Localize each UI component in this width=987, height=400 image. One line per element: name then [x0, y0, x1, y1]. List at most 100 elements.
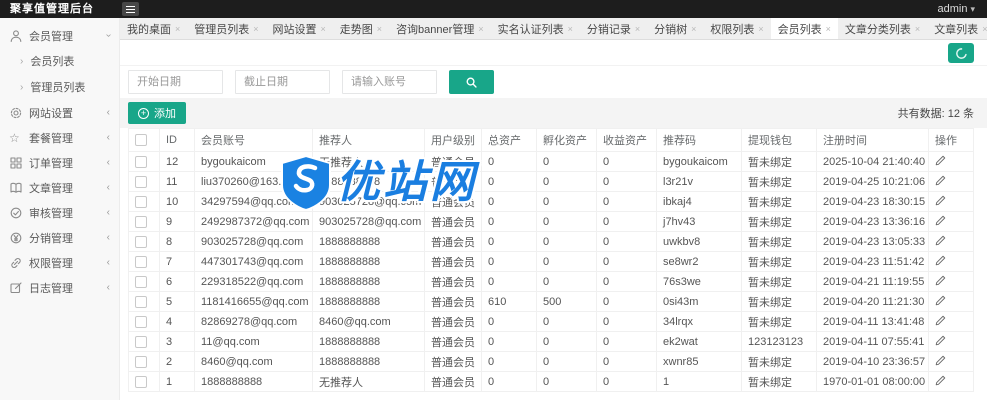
- table-row: 12 bygoukaicom 无推荐人 普通会员 0 0 0 bygoukaic…: [129, 152, 974, 172]
- edit-row-button[interactable]: [935, 355, 946, 366]
- edit-row-button[interactable]: [935, 235, 946, 246]
- table-row: 3 11@qq.com 1888888888 普通会员 0 0 0 ek2wat…: [129, 332, 974, 352]
- row-checkbox[interactable]: [135, 236, 147, 248]
- row-checkbox[interactable]: [135, 356, 147, 368]
- cell-ref-code: 34lrqx: [657, 312, 742, 332]
- edit-row-button[interactable]: [935, 275, 946, 286]
- chevron-collapsed-icon: ‹: [107, 257, 110, 268]
- sidebar-item-label: 订单管理: [29, 155, 107, 171]
- cell-level: 普通会员: [425, 152, 482, 172]
- cell-income-assets: 0: [597, 372, 657, 392]
- row-checkbox[interactable]: [135, 376, 147, 388]
- sidebar-subitem-admin-list[interactable]: › 管理员列表: [0, 74, 119, 100]
- plus-circle-icon: +: [138, 108, 149, 119]
- sidebar-item-logs[interactable]: 日志管理 ‹: [0, 275, 119, 300]
- edit-row-button[interactable]: [935, 375, 946, 386]
- tab-item[interactable]: 管理员列表 ×: [187, 18, 265, 39]
- tab-item[interactable]: 网站设置 ×: [266, 18, 333, 39]
- tab-item[interactable]: 分销树 ×: [647, 18, 703, 39]
- search-button[interactable]: [449, 70, 494, 94]
- row-checkbox[interactable]: [135, 176, 147, 188]
- sidebar-subitem-member-list[interactable]: › 会员列表: [0, 48, 119, 74]
- sidebar-item-members[interactable]: 会员管理 ‹: [0, 23, 119, 48]
- row-checkbox[interactable]: [135, 276, 147, 288]
- row-checkbox[interactable]: [135, 336, 147, 348]
- cell-account: liu370260@163.com: [195, 172, 313, 192]
- menu-toggle-button[interactable]: [122, 2, 139, 16]
- sidebar-item-label: 套餐管理: [29, 130, 107, 146]
- tab-item[interactable]: 文章列表 ×: [927, 18, 987, 39]
- cell-hatch-assets: 0: [537, 312, 597, 332]
- sidebar-item-permissions[interactable]: 权限管理 ‹: [0, 250, 119, 275]
- cell-income-assets: 0: [597, 292, 657, 312]
- edit-row-button[interactable]: [935, 315, 946, 326]
- select-all-checkbox[interactable]: [135, 134, 147, 146]
- user-menu[interactable]: admin▾: [938, 0, 976, 18]
- row-checkbox[interactable]: [135, 156, 147, 168]
- tab-item[interactable]: 会员列表 ×: [771, 18, 838, 39]
- tab-close-icon[interactable]: ×: [915, 24, 920, 34]
- tab-item[interactable]: 权限列表 ×: [703, 18, 770, 39]
- cell-id: 12: [160, 152, 195, 172]
- end-date-input[interactable]: [235, 70, 330, 94]
- tab-close-icon[interactable]: ×: [982, 24, 987, 34]
- tab-item[interactable]: 走势图 ×: [333, 18, 389, 39]
- cell-hatch-assets: 500: [537, 292, 597, 312]
- cell-hatch-assets: 0: [537, 192, 597, 212]
- cell-total-assets: 0: [482, 312, 537, 332]
- cell-ref-code: j7hv43: [657, 212, 742, 232]
- sidebar-item-articles[interactable]: 文章管理 ‹: [0, 175, 119, 200]
- sidebar-item-site-settings[interactable]: 网站设置 ‹: [0, 100, 119, 125]
- sidebar-item-distribution[interactable]: 分销管理 ‹: [0, 225, 119, 250]
- tab-close-icon[interactable]: ×: [691, 24, 696, 34]
- row-checkbox[interactable]: [135, 296, 147, 308]
- sidebar-item-label: 权限管理: [29, 255, 107, 271]
- sidebar-item-packages[interactable]: ☆ 套餐管理 ‹: [0, 125, 119, 150]
- chevron-down-icon: ▾: [970, 4, 975, 14]
- cell-id: 6: [160, 272, 195, 292]
- edit-row-button[interactable]: [935, 215, 946, 226]
- tab-close-icon[interactable]: ×: [377, 24, 382, 34]
- edit-row-button[interactable]: [935, 295, 946, 306]
- cell-total-assets: 0: [482, 172, 537, 192]
- cell-hatch-assets: 0: [537, 352, 597, 372]
- cell-total-assets: 610: [482, 292, 537, 312]
- sidebar-item-label: 审核管理: [29, 205, 107, 221]
- tab-close-icon[interactable]: ×: [253, 24, 258, 34]
- tab-close-icon[interactable]: ×: [568, 24, 573, 34]
- total-count: 共有数据: 12 条: [898, 105, 974, 121]
- pencil-icon: [935, 335, 946, 346]
- start-date-input[interactable]: [128, 70, 223, 94]
- add-button[interactable]: + 添加: [128, 102, 186, 124]
- sidebar-item-orders[interactable]: 订单管理 ‹: [0, 150, 119, 175]
- cell-hatch-assets: 0: [537, 172, 597, 192]
- tab-close-icon[interactable]: ×: [175, 24, 180, 34]
- tab-close-icon[interactable]: ×: [635, 24, 640, 34]
- tab-item[interactable]: 分销记录 ×: [580, 18, 647, 39]
- tab-item[interactable]: 实名认证列表 ×: [491, 18, 580, 39]
- tab-close-icon[interactable]: ×: [758, 24, 763, 34]
- row-checkbox[interactable]: [135, 196, 147, 208]
- tab-close-icon[interactable]: ×: [478, 24, 483, 34]
- cell-level: 普通会员: [425, 212, 482, 232]
- edit-row-button[interactable]: [935, 175, 946, 186]
- row-checkbox[interactable]: [135, 216, 147, 228]
- account-input[interactable]: [342, 70, 437, 94]
- cell-wallet: 123123123: [742, 332, 817, 352]
- row-checkbox[interactable]: [135, 316, 147, 328]
- cell-account: 8460@qq.com: [195, 352, 313, 372]
- edit-row-button[interactable]: [935, 255, 946, 266]
- chevron-right-icon: ›: [20, 56, 23, 67]
- cell-reg-time: 2019-04-21 11:19:55: [817, 272, 929, 292]
- tab-item[interactable]: 我的桌面 ×: [120, 18, 187, 39]
- refresh-button[interactable]: [948, 43, 974, 63]
- edit-row-button[interactable]: [935, 335, 946, 346]
- sidebar-item-audit[interactable]: 审核管理 ‹: [0, 200, 119, 225]
- edit-row-button[interactable]: [935, 155, 946, 166]
- tab-item[interactable]: 文章分类列表 ×: [838, 18, 927, 39]
- edit-row-button[interactable]: [935, 195, 946, 206]
- tab-close-icon[interactable]: ×: [826, 24, 831, 34]
- tab-close-icon[interactable]: ×: [321, 24, 326, 34]
- tab-item[interactable]: 咨询banner管理 ×: [389, 18, 491, 39]
- row-checkbox[interactable]: [135, 256, 147, 268]
